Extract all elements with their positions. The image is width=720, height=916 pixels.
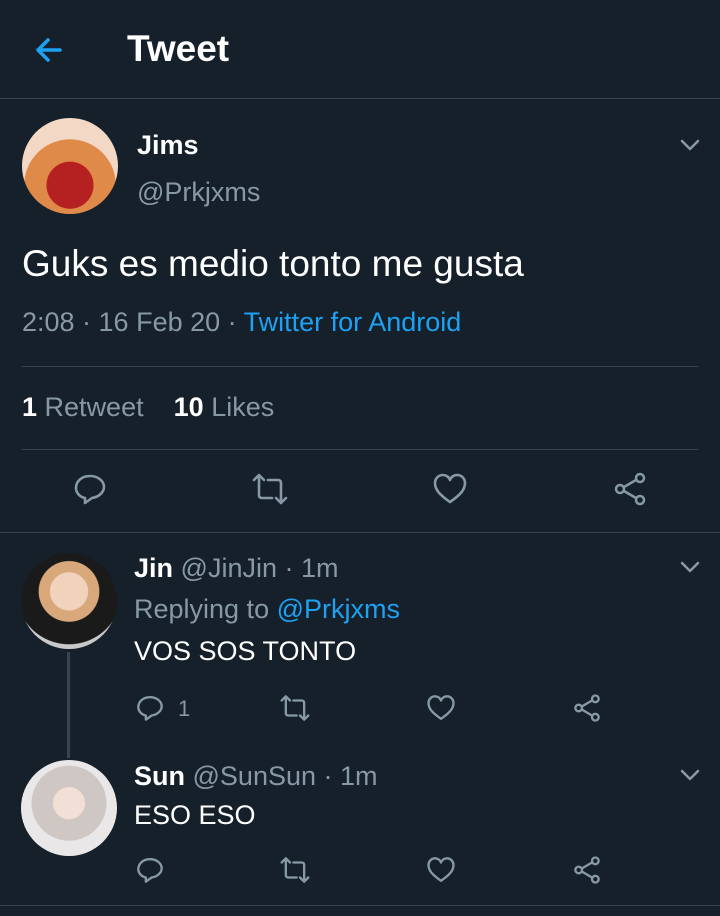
divider [22, 366, 698, 367]
share-icon[interactable] [565, 848, 609, 892]
author-name[interactable]: Jims [137, 130, 199, 161]
reply-author-name[interactable]: Sun [134, 761, 185, 791]
reply-count: 1 [178, 696, 191, 721]
reply-handle-time: @SunSun · 1m [192, 761, 378, 791]
top-bar: Tweet [0, 0, 720, 99]
reply-avatar[interactable] [21, 553, 117, 649]
reply-avatar[interactable] [21, 760, 117, 856]
like-label: Likes [211, 392, 275, 422]
tweet-stats: 1 Retweet 10 Likes [22, 392, 274, 423]
page-title: Tweet [127, 28, 230, 69]
replying-to: Replying to @Prkjxms [134, 594, 400, 625]
like-count: 10 [173, 392, 204, 422]
divider [0, 905, 720, 906]
reply-icon[interactable] [128, 686, 172, 730]
reply-text: ESO ESO [134, 800, 256, 830]
reply-text: VOS SOS TONTO [134, 636, 357, 666]
back-arrow-icon[interactable] [30, 30, 70, 70]
reply-icon[interactable] [128, 848, 172, 892]
retweet-icon[interactable] [273, 686, 317, 730]
chevron-down-icon[interactable] [679, 134, 701, 156]
reply-author-name[interactable]: Jin [134, 553, 173, 583]
reply-icon[interactable] [68, 467, 112, 511]
chevron-down-icon[interactable] [679, 764, 701, 786]
reply-header: Sun @SunSun · 1m [134, 761, 378, 792]
author-handle[interactable]: @Prkjxms [137, 177, 260, 208]
reply-header: Jin @JinJin · 1m [134, 553, 338, 584]
retweet-icon[interactable] [248, 467, 292, 511]
retweet-icon[interactable] [273, 848, 317, 892]
thread-line [67, 652, 70, 758]
share-icon[interactable] [608, 467, 652, 511]
author-avatar[interactable] [22, 118, 118, 214]
divider [22, 449, 698, 450]
like-heart-icon[interactable] [419, 848, 463, 892]
chevron-down-icon[interactable] [679, 556, 701, 578]
like-stat[interactable]: 10 Likes [174, 392, 275, 422]
share-icon[interactable] [565, 686, 609, 730]
tweet-text: Guks es medio tonto me gusta [22, 243, 524, 284]
reply-handle-time: @JinJin · 1m [180, 553, 339, 583]
tweet-meta: 2:08 · 16 Feb 20 · Twitter for Android [22, 307, 461, 338]
tweet-source-link[interactable]: Twitter for Android [244, 307, 462, 337]
retweet-stat[interactable]: 1 Retweet [22, 392, 144, 422]
tweet-timestamp: 2:08 · 16 Feb 20 · [22, 307, 244, 337]
retweet-label: Retweet [44, 392, 144, 422]
like-heart-icon[interactable] [428, 467, 472, 511]
replying-to-handle[interactable]: @Prkjxms [277, 594, 400, 624]
retweet-count: 1 [22, 392, 38, 422]
divider [0, 532, 720, 533]
replying-to-label: Replying to [134, 594, 277, 624]
like-heart-icon[interactable] [419, 686, 463, 730]
